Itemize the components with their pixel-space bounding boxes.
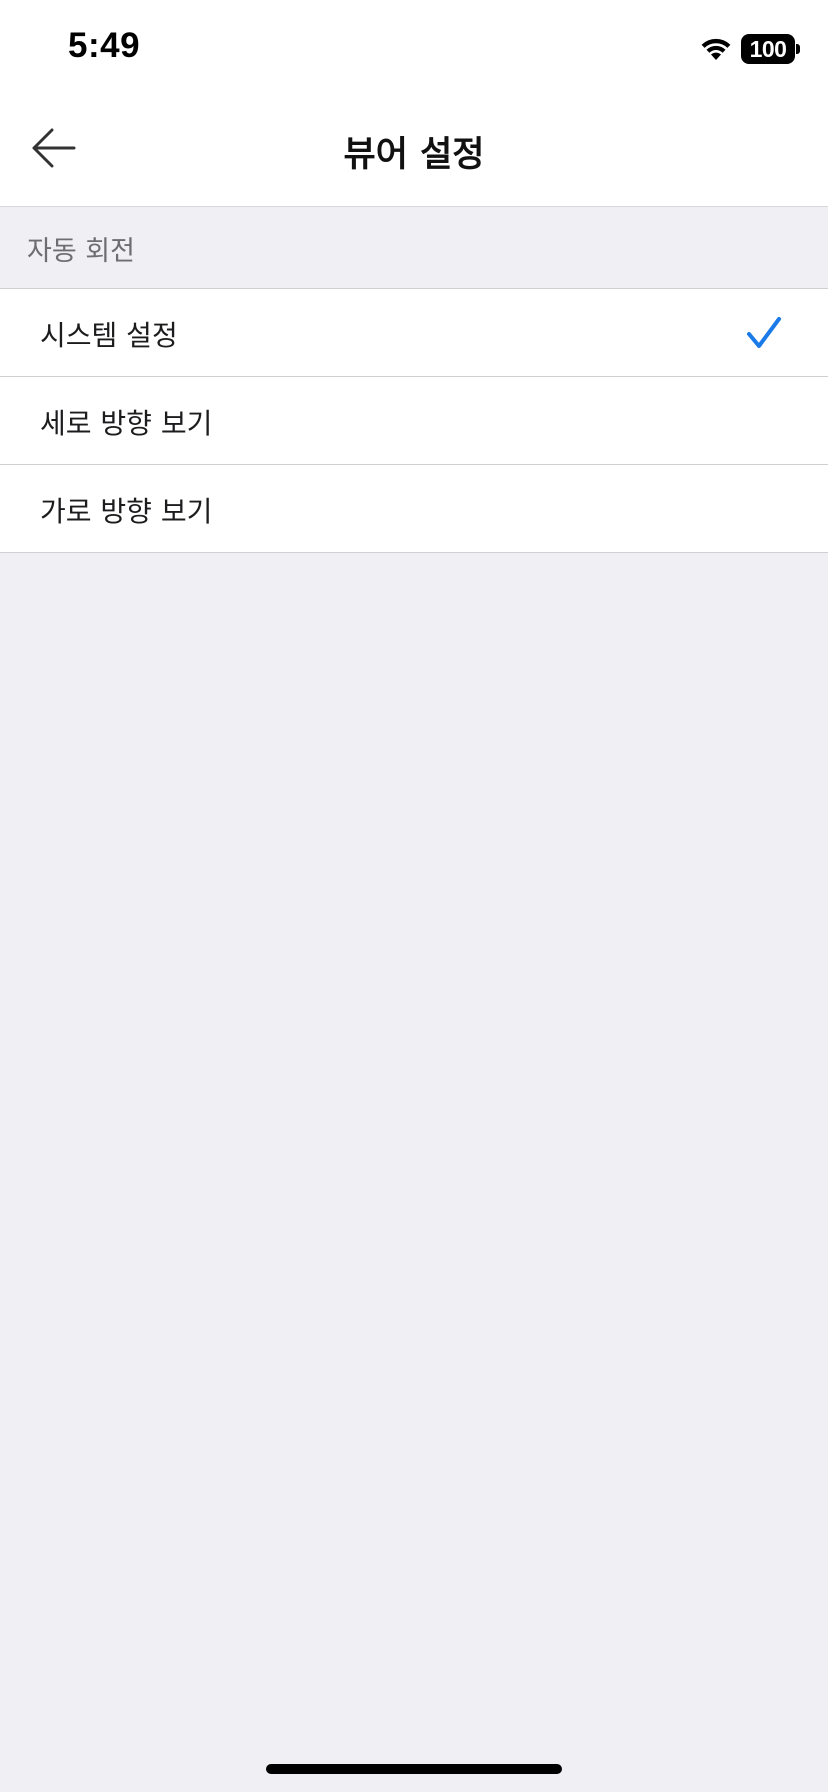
battery-indicator: 100 — [741, 34, 795, 64]
option-label: 세로 방향 보기 — [40, 407, 213, 440]
section-header-auto-rotation: 자동 회전 — [0, 207, 828, 288]
option-landscape-view[interactable]: 가로 방향 보기 — [0, 465, 828, 553]
navigation-bar: 뷰어 설정 — [0, 96, 828, 207]
home-indicator[interactable] — [266, 1764, 562, 1774]
wifi-icon — [701, 38, 731, 60]
status-time: 5:49 — [68, 26, 141, 65]
viewer-settings-screen: 5:49 100 뷰어 설정 자동 회전 시스템 설정 세로 방향 보기 가로 … — [0, 0, 828, 1792]
status-bar: 5:49 100 — [0, 0, 828, 96]
option-label: 시스템 설정 — [40, 319, 178, 352]
rotation-options-list: 시스템 설정 세로 방향 보기 가로 방향 보기 — [0, 288, 828, 553]
option-portrait-view[interactable]: 세로 방향 보기 — [0, 377, 828, 465]
page-title: 뷰어 설정 — [343, 135, 485, 175]
option-system-setting[interactable]: 시스템 설정 — [0, 289, 828, 377]
option-label: 가로 방향 보기 — [40, 495, 213, 528]
checkmark-icon — [747, 317, 781, 348]
section-title: 자동 회전 — [27, 236, 135, 267]
battery-tip — [796, 44, 800, 54]
